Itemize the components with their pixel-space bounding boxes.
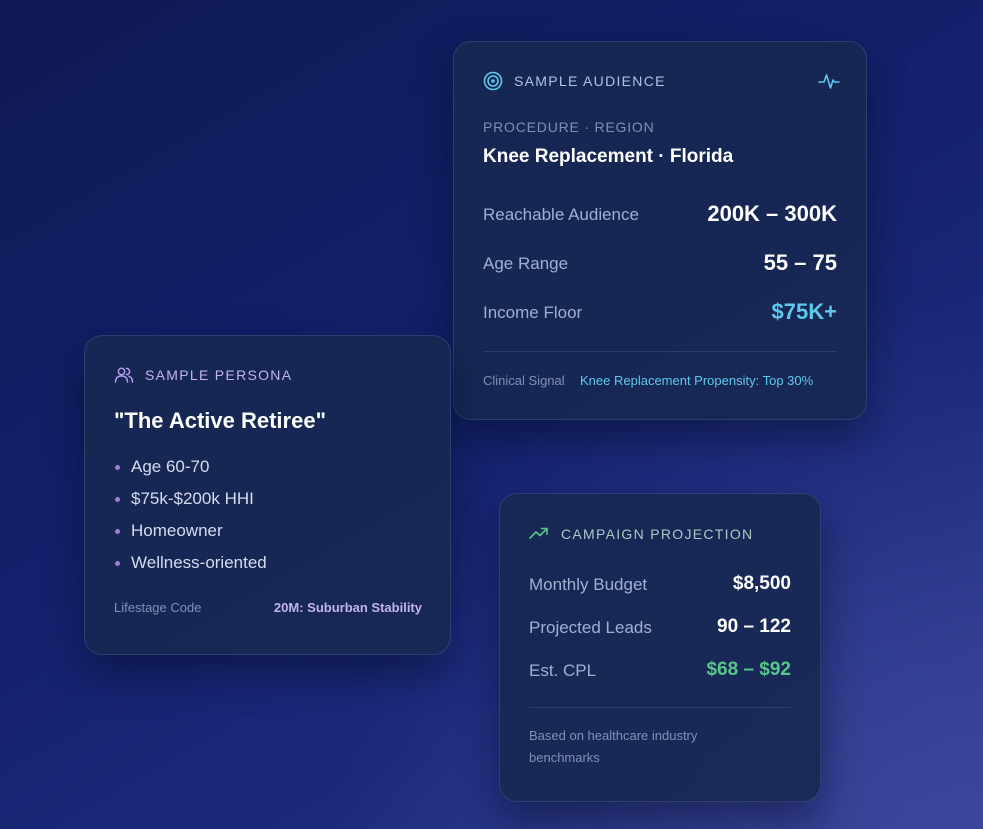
bullet-dot <box>115 497 120 502</box>
bullet-dot <box>115 529 120 534</box>
est-cpl-label: Est. CPL <box>529 661 597 680</box>
clinical-signal-value: Knee Replacement Propensity: Top 30% <box>580 373 814 388</box>
monthly-budget-label: Monthly Budget <box>529 575 648 594</box>
clinical-signal-label: Clinical Signal <box>483 373 565 388</box>
divider <box>483 351 837 352</box>
est-cpl-value: $68 – $92 <box>706 659 791 680</box>
trending-up-icon <box>529 525 549 546</box>
reachable-audience-value: 200K – 300K <box>707 201 837 226</box>
footnote-line: Based on healthcare industry <box>529 728 698 743</box>
lifestage-code-value: 20M: Suburban Stability <box>273 600 422 615</box>
age-range-label: Age Range <box>483 254 569 273</box>
target-icon <box>483 71 503 96</box>
income-floor-label: Income Floor <box>483 303 583 322</box>
income-floor-value: $75K+ <box>771 299 837 324</box>
activity-pulse-icon <box>818 71 840 96</box>
persona-trait: $75k-$200k HHI <box>131 489 254 508</box>
age-range-value: 55 – 75 <box>763 250 837 275</box>
sample-persona-card: SAMPLE PERSONA "The Active Retiree" Age … <box>84 335 451 655</box>
sample-audience-card: SAMPLE AUDIENCE PROCEDURE · REGION Knee … <box>453 41 867 420</box>
monthly-budget-value: $8,500 <box>732 573 791 594</box>
procedure-region-value: Knee Replacement · Florida <box>483 146 734 167</box>
divider <box>529 707 791 708</box>
projected-leads-label: Projected Leads <box>529 618 652 637</box>
card-title: SAMPLE AUDIENCE <box>514 73 666 89</box>
campaign-projection-card: CAMPAIGN PROJECTION Monthly Budget $8,50… <box>499 493 821 802</box>
projected-leads-value: 90 – 122 <box>717 616 791 637</box>
persona-trait: Age 60-70 <box>131 457 210 476</box>
footnote-line: benchmarks <box>529 750 600 765</box>
procedure-region-label: PROCEDURE · REGION <box>483 119 655 135</box>
card-title: SAMPLE PERSONA <box>145 367 293 383</box>
bullet-dot <box>115 465 120 470</box>
bullet-dot <box>115 561 120 566</box>
card-title: CAMPAIGN PROJECTION <box>561 526 754 542</box>
persona-trait: Homeowner <box>131 521 223 540</box>
reachable-audience-label: Reachable Audience <box>483 205 639 224</box>
lifestage-code-label: Lifestage Code <box>114 600 202 615</box>
persona-name: "The Active Retiree" <box>114 408 327 433</box>
persona-trait: Wellness-oriented <box>131 553 267 572</box>
users-icon <box>114 365 134 390</box>
